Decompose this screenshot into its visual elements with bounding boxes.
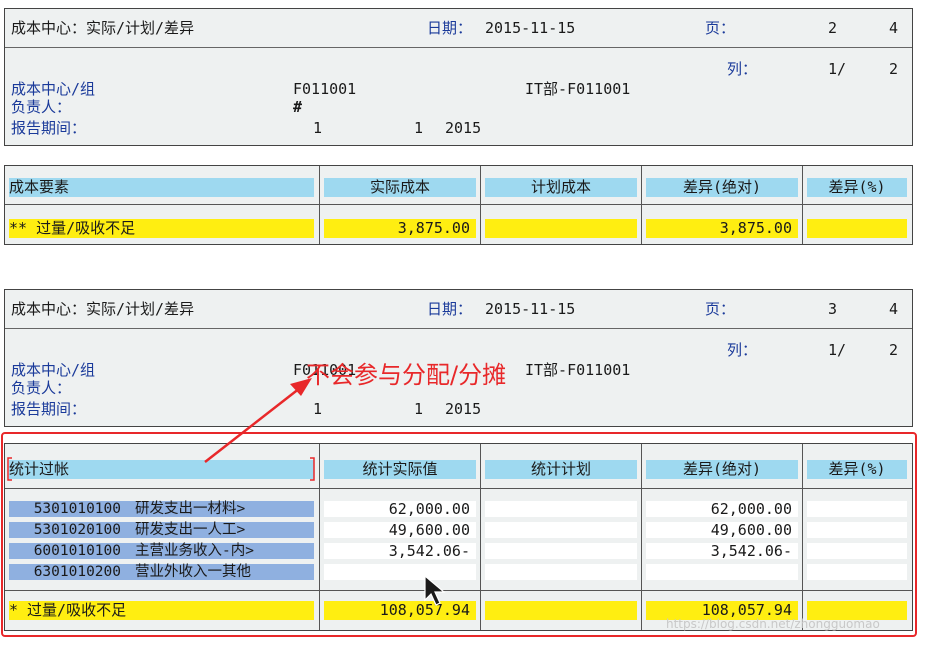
watermark-text: https://blog.csdn.net/zhongguomao xyxy=(666,617,880,631)
mouse-cursor-icon xyxy=(424,574,446,606)
annotation-label: 不会参与分配/分摊 xyxy=(306,361,507,389)
annotation-arrow-icon xyxy=(204,378,312,463)
